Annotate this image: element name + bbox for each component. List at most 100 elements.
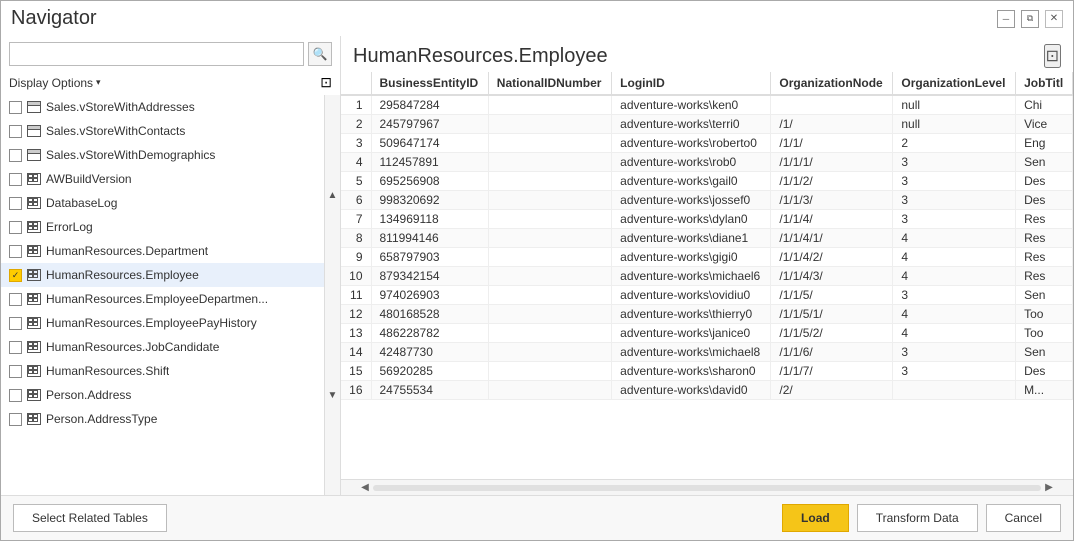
restore-button[interactable]: ⧉ [1021, 10, 1039, 28]
nav-item-checkbox[interactable] [9, 413, 22, 426]
nav-item-checkbox[interactable] [9, 197, 22, 210]
display-options-button[interactable]: Display Options ▾ [9, 76, 101, 90]
nav-item-checkbox[interactable] [9, 269, 22, 282]
table-cell: adventure-works\diane1 [612, 229, 771, 248]
nav-item-checkbox[interactable] [9, 149, 22, 162]
table-cell: 3 [893, 153, 1016, 172]
nav-item-label: Person.Address [46, 388, 131, 402]
close-button[interactable]: ✕ [1045, 10, 1063, 28]
table-cell [488, 381, 611, 400]
cancel-button[interactable]: Cancel [986, 504, 1061, 532]
list-item[interactable]: Person.Address [1, 383, 324, 407]
window-controls: ─ ⧉ ✕ [997, 10, 1063, 28]
table-cell: 509647174 [371, 134, 488, 153]
table-cell: 811994146 [371, 229, 488, 248]
minimize-button[interactable]: ─ [997, 10, 1015, 28]
nav-item-checkbox[interactable] [9, 389, 22, 402]
left-panel: 🔍 Display Options ▾ ⊡ Sales.vStoreWithAd… [1, 36, 341, 495]
nav-item-checkbox[interactable] [9, 293, 22, 306]
table-cell: Res [1016, 210, 1073, 229]
nav-item-checkbox[interactable] [9, 245, 22, 258]
column-header[interactable]: BusinessEntityID [371, 72, 488, 95]
load-button[interactable]: Load [782, 504, 849, 532]
column-header[interactable]: JobTitl [1016, 72, 1073, 95]
table-row: 6998320692adventure-works\jossef0/1/1/3/… [341, 191, 1073, 210]
transform-data-label: Transform Data [876, 511, 959, 525]
table-row: 5695256908adventure-works\gail0/1/1/2/3D… [341, 172, 1073, 191]
transform-data-button[interactable]: Transform Data [857, 504, 978, 532]
list-item[interactable]: HumanResources.JobCandidate [1, 335, 324, 359]
table-cell [488, 134, 611, 153]
table-cell: 3 [893, 362, 1016, 381]
window-title: Navigator [11, 7, 97, 30]
horizontal-scrollbar[interactable]: ◀ ▶ [341, 479, 1073, 495]
list-item[interactable]: HumanResources.EmployeeDepartmen... [1, 287, 324, 311]
table-container[interactable]: BusinessEntityIDNationalIDNumberLoginIDO… [341, 72, 1073, 479]
table-cell: Sen [1016, 343, 1073, 362]
list-item[interactable]: Sales.vStoreWithAddresses [1, 95, 324, 119]
header-row: BusinessEntityIDNationalIDNumberLoginIDO… [341, 72, 1073, 95]
nav-item-checkbox[interactable] [9, 365, 22, 378]
scroll-up-button[interactable]: ▲ [325, 95, 340, 295]
list-item[interactable]: AWBuildVersion [1, 167, 324, 191]
column-header[interactable]: OrganizationLevel [893, 72, 1016, 95]
nav-item-checkbox[interactable] [9, 221, 22, 234]
list-item[interactable]: HumanResources.Department [1, 239, 324, 263]
table-cell: 695256908 [371, 172, 488, 191]
view-icon [26, 124, 42, 138]
table-cell: adventure-works\terri0 [612, 115, 771, 134]
search-input[interactable] [9, 42, 304, 66]
chevron-down-icon: ▾ [96, 77, 101, 88]
scroll-left-button[interactable]: ◀ [357, 480, 373, 496]
table-cell: 112457891 [371, 153, 488, 172]
search-button[interactable]: 🔍 [308, 42, 332, 66]
scroll-track[interactable] [373, 485, 1041, 491]
table-cell: adventure-works\ovidiu0 [612, 286, 771, 305]
row-number-cell: 4 [341, 153, 371, 172]
table-cell: 3 [893, 172, 1016, 191]
scroll-right-button[interactable]: ▶ [1041, 480, 1057, 496]
list-item[interactable]: HumanResources.Shift [1, 359, 324, 383]
table-cell [488, 305, 611, 324]
nav-item-checkbox[interactable] [9, 341, 22, 354]
table-view-icon: ⊡ [1046, 48, 1059, 65]
table-view-button[interactable]: ⊡ [1044, 44, 1061, 68]
table-cell: Too [1016, 324, 1073, 343]
row-number-cell: 1 [341, 95, 371, 115]
column-header[interactable]: NationalIDNumber [488, 72, 611, 95]
table-cell: /1/1/5/2/ [771, 324, 893, 343]
table-cell: 480168528 [371, 305, 488, 324]
table-cell: Sen [1016, 286, 1073, 305]
list-item[interactable]: HumanResources.Employee [1, 263, 324, 287]
table-cell: 42487730 [371, 343, 488, 362]
table-cell: Vice [1016, 115, 1073, 134]
column-header[interactable]: OrganizationNode [771, 72, 893, 95]
list-item[interactable]: Sales.vStoreWithDemographics [1, 143, 324, 167]
table-cell: adventure-works\thierry0 [612, 305, 771, 324]
list-item[interactable]: DatabaseLog [1, 191, 324, 215]
nav-item-label: Person.AddressType [46, 412, 157, 426]
row-number-cell: 14 [341, 343, 371, 362]
table-cell [488, 324, 611, 343]
row-number-cell: 16 [341, 381, 371, 400]
list-item[interactable]: HumanResources.EmployeePayHistory [1, 311, 324, 335]
table-cell: 486228782 [371, 324, 488, 343]
select-related-tables-button[interactable]: Select Related Tables [13, 504, 167, 532]
display-options-label: Display Options [9, 76, 93, 90]
nav-item-checkbox[interactable] [9, 317, 22, 330]
table-icon [26, 196, 42, 210]
list-item[interactable]: Person.AddressType [1, 407, 324, 431]
nav-item-checkbox[interactable] [9, 125, 22, 138]
preview-toggle-button[interactable]: ⊡ [320, 74, 332, 91]
scroll-down-button[interactable]: ▼ [325, 295, 340, 495]
display-options-bar: Display Options ▾ ⊡ [1, 72, 340, 95]
list-item[interactable]: ErrorLog [1, 215, 324, 239]
table-cell: 3 [893, 286, 1016, 305]
table-cell [488, 115, 611, 134]
nav-item-checkbox[interactable] [9, 173, 22, 186]
list-item[interactable]: Sales.vStoreWithContacts [1, 119, 324, 143]
table-cell: 879342154 [371, 267, 488, 286]
table-icon [26, 340, 42, 354]
nav-item-checkbox[interactable] [9, 101, 22, 114]
column-header[interactable]: LoginID [612, 72, 771, 95]
